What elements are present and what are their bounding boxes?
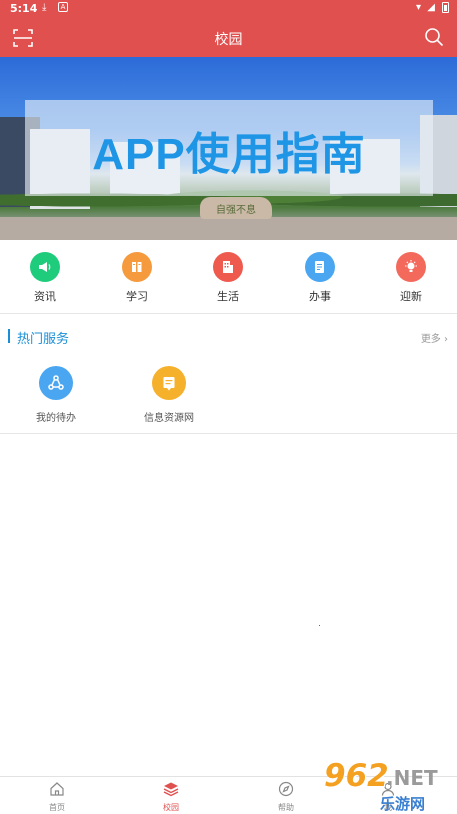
more-label: 更多 [420,334,441,345]
watermark-chinese: 乐游网 [380,795,426,813]
service-my-todo[interactable]: 我的待办 [11,366,101,424]
category-label: 迎新 [400,290,422,303]
battery-icon [442,2,449,13]
nav-home[interactable]: 首页 [27,781,87,813]
watermark-suffix: .NET [386,766,438,790]
nav-help[interactable]: 帮助 [256,781,316,813]
stone-inscription: 自强不息 [216,205,256,216]
nav-label: 首页 [49,803,65,812]
category-label: 生活 [217,290,239,303]
hot-services-header: 热门服务 更多 › [0,318,457,354]
building-icon [213,252,243,282]
service-label: 信息资源网 [144,413,194,424]
service-info-resources[interactable]: 信息资源网 [124,366,214,424]
note-icon [152,366,186,400]
app-notification-icon: A [58,2,68,12]
compass-icon [278,781,294,797]
category-affairs[interactable]: 办事 [290,252,350,304]
document-icon [305,252,335,282]
lightbulb-icon [396,252,426,282]
more-link[interactable]: 更多 › [421,330,448,345]
section-accent-bar [8,329,10,343]
search-icon [425,28,444,47]
banner-headline: APP使用指南 [92,130,366,179]
banner-headline-box: APP使用指南 [25,100,433,196]
stray-dot [319,625,320,626]
status-bar: 5:14 ⤓ A ▾ ◢ [0,0,457,18]
category-news[interactable]: 资讯 [15,252,75,304]
hot-services-list: 我的待办 信息资源网 [0,354,457,434]
status-time: 5:14 [10,2,38,15]
search-button[interactable] [424,27,444,47]
hot-services-title: 热门服务 [17,332,70,347]
download-icon: ⤓ [42,2,47,13]
watermark-number: 962 [324,758,389,794]
site-watermark: 962 .NET 乐游网 [318,758,457,814]
category-life[interactable]: 生活 [198,252,258,304]
category-study[interactable]: 学习 [107,252,167,304]
books-icon [122,252,152,282]
category-label: 学习 [126,290,148,303]
nav-campus[interactable]: 校园 [141,781,201,813]
category-welcome[interactable]: 迎新 [381,252,441,304]
app-screen: 5:14 ⤓ A ▾ ◢ 校园 自强不息 APP使用指南 资讯 学习 生活 办事… [0,0,457,814]
top-bar: 5:14 ⤓ A ▾ ◢ 校园 [0,0,457,57]
inscription-stone: 自强不息 [200,197,272,219]
nav-label: 校园 [163,803,179,812]
share-icon [39,366,73,400]
plaza [0,217,457,240]
category-grid: 资讯 学习 生活 办事 迎新 [0,240,457,314]
megaphone-icon [30,252,60,282]
category-label: 办事 [309,290,331,303]
signal-icon: ◢ [427,2,435,13]
layers-icon [163,782,179,797]
chevron-right-icon: › [444,334,448,345]
nav-label: 帮助 [278,803,294,812]
home-icon [50,782,64,796]
campus-banner[interactable]: 自强不息 APP使用指南 [0,57,457,240]
page-title: 校园 [214,32,243,48]
wifi-icon: ▾ [415,2,421,13]
category-label: 资讯 [34,290,56,303]
service-label: 我的待办 [36,413,76,424]
